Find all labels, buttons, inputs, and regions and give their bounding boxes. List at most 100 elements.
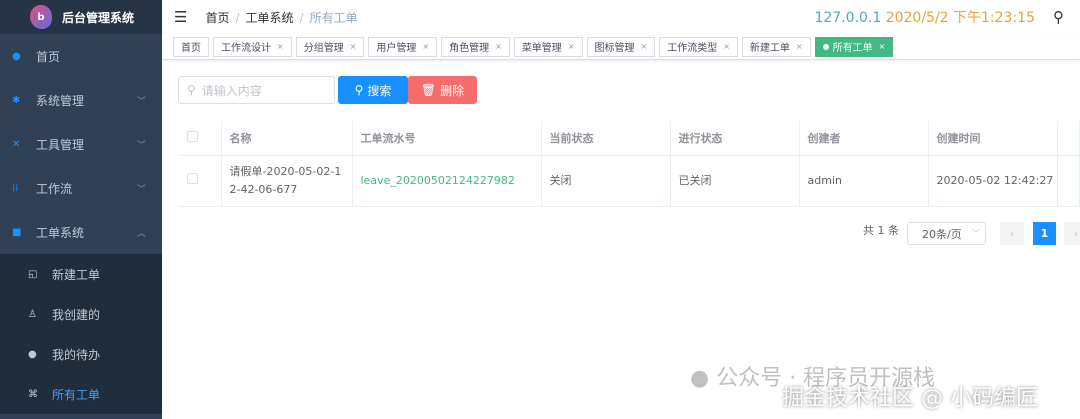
submenu: ◱ 新建工单 ♙ 我创建的 ● 我的待办 ⌘ 所有工单 xyxy=(0,254,162,414)
tag-label: 工作流类型 xyxy=(667,43,718,54)
tag-label: 菜单管理 xyxy=(521,43,562,54)
next-page-button[interactable]: › xyxy=(1064,222,1080,245)
tag-label: 工作流设计 xyxy=(221,43,271,54)
tag[interactable]: 新建工单 × xyxy=(741,36,811,57)
close-icon[interactable]: × xyxy=(277,42,284,51)
tag[interactable]: 分组管理 × xyxy=(295,36,365,57)
dot-icon xyxy=(822,43,829,50)
tag[interactable]: 工作流类型 × xyxy=(659,36,738,57)
sidebar-item-my-todo[interactable]: ● 我的待办 xyxy=(0,334,162,374)
chevron-down-icon: ﹀ xyxy=(136,184,146,195)
sidebar-item-my-created[interactable]: ♙ 我创建的 xyxy=(0,294,162,334)
close-icon[interactable]: × xyxy=(641,42,648,51)
sidebar-item-label: 所有工单 xyxy=(52,387,101,402)
tools-icon: ✕ xyxy=(12,138,21,150)
sidebar-item-label: 我的待办 xyxy=(52,347,101,362)
sidebar-item-tickets[interactable]: ■ 工单系统 ︿ xyxy=(0,210,162,254)
tag[interactable]: 用户管理 × xyxy=(368,36,438,57)
delete-button-label: 删除 xyxy=(440,83,465,98)
page-size-value: 20条/页 xyxy=(922,227,962,241)
tag-label: 用户管理 xyxy=(376,43,417,54)
logo-icon: b xyxy=(30,5,52,29)
cell-serial-link[interactable]: leave_20200502124227982 xyxy=(352,155,542,207)
search-icon[interactable]: ⚲ xyxy=(1053,8,1064,26)
sidebar: b 后台管理系统 ● 首页 ✱ 系统管理 ﹀ ✕ 工具管理 ﹀ ⁞⁞ 工作流 ﹀ ■ 工单系统 ︿ … xyxy=(0,0,162,419)
close-icon[interactable]: × xyxy=(422,42,429,51)
row-checkbox[interactable] xyxy=(187,172,198,184)
status-info: 127.0.0.1 2020/5/2 下午1:23:15 xyxy=(814,7,1035,27)
breadcrumb: 首页 / 工单系统 / 所有工单 xyxy=(205,10,358,25)
search-input[interactable]: ⚲ 请输入内容 xyxy=(178,76,335,104)
total-count: 共 1 条 xyxy=(863,224,899,237)
tag-label: 角色管理 xyxy=(449,43,490,54)
breadcrumb-item[interactable]: 首页 xyxy=(205,11,229,25)
column-header: 当前状态 xyxy=(541,121,671,156)
column-header: 创建时间 xyxy=(928,121,1058,156)
watermark-text: 掘金技术社区 @ 小码编匠 xyxy=(782,386,1038,411)
close-icon[interactable]: × xyxy=(796,42,803,51)
tag-active[interactable]: 所有工单 × xyxy=(814,36,894,57)
delete-button[interactable]: 🗑 删除 xyxy=(408,76,477,104)
dashboard-icon: ● xyxy=(12,50,21,62)
app-logo[interactable]: b 后台管理系统 xyxy=(0,0,162,34)
hamburger-icon[interactable]: ☰ xyxy=(174,8,187,26)
sidebar-item-all-tickets[interactable]: ⌘ 所有工单 xyxy=(0,374,162,414)
close-icon[interactable]: × xyxy=(568,42,575,51)
watermark-2: 掘金技术社区 @ 小码编匠 xyxy=(782,380,1038,412)
search-icon: ⚲ xyxy=(354,83,364,97)
column-header: 名称 xyxy=(221,121,353,156)
chevron-up-icon: ︿ xyxy=(136,228,146,239)
cell-created-time: 2020-05-02 12:42:27 xyxy=(928,155,1058,207)
column-header: 工单流水号 xyxy=(352,121,542,156)
table-row[interactable]: 请假单-2020-05-02-12-42-06-677 leave_202005… xyxy=(178,155,1080,207)
tag[interactable]: 工作流设计 × xyxy=(213,36,292,57)
cell-status: 关闭 xyxy=(541,155,671,207)
tag[interactable]: 菜单管理 × xyxy=(513,36,583,57)
breadcrumb-item[interactable]: 工单系统 xyxy=(246,11,294,25)
sidebar-item-workflow[interactable]: ⁞⁞ 工作流 ﹀ xyxy=(0,166,162,210)
sidebar-item-label: 工单系统 xyxy=(36,225,85,240)
sidebar-item-label: 我创建的 xyxy=(52,307,101,322)
ip-address: 127.0.0.1 xyxy=(814,10,882,26)
page-1-button[interactable]: 1 xyxy=(1033,222,1056,245)
page-size-select[interactable]: 20条/页 ﹀ xyxy=(907,222,986,245)
tag-label: 首页 xyxy=(181,43,201,54)
search-icon: ⚲ xyxy=(187,83,196,97)
tag-label: 新建工单 xyxy=(749,43,790,54)
tag[interactable]: 角色管理 × xyxy=(441,36,510,57)
tag[interactable]: 图标管理 × xyxy=(586,36,656,57)
sidebar-item-home[interactable]: ● 首页 xyxy=(0,34,162,78)
close-icon[interactable]: × xyxy=(723,42,730,51)
search-button[interactable]: ⚲ 搜索 xyxy=(338,76,408,104)
close-icon[interactable]: × xyxy=(879,42,886,51)
chat-icon: ● xyxy=(28,348,37,360)
cell-creator: admin xyxy=(799,155,929,207)
prev-page-button[interactable]: ‹ xyxy=(1000,222,1024,245)
trash-icon: 🗑 xyxy=(420,83,437,97)
tag-label: 分组管理 xyxy=(303,43,344,54)
tag-home[interactable]: 首页 xyxy=(173,36,209,57)
column-header: 创建者 xyxy=(799,121,929,156)
search-button-label: 搜索 xyxy=(367,83,392,98)
workflow-icon: ⁞⁞ xyxy=(12,182,19,194)
breadcrumb-item: 所有工单 xyxy=(309,10,358,25)
chevron-down-icon: ﹀ xyxy=(971,229,980,238)
sidebar-item-system[interactable]: ✱ 系统管理 ﹀ xyxy=(0,78,162,122)
select-all-checkbox[interactable] xyxy=(187,130,198,142)
close-icon[interactable]: × xyxy=(350,42,357,51)
pagination-total: 共 1 条 xyxy=(863,222,899,238)
column-header: 进行状态 xyxy=(670,121,800,156)
close-icon[interactable]: × xyxy=(495,42,502,51)
header: ☰ 首页 / 工单系统 / 所有工单 127.0.0.1 2020/5/2 下午1:23… xyxy=(162,0,1080,34)
datetime: 2020/5/2 下午1:23:15 xyxy=(885,10,1035,26)
sidebar-item-tools[interactable]: ✕ 工具管理 ﹀ xyxy=(0,122,162,166)
sidebar-item-label: 系统管理 xyxy=(36,93,85,108)
clipboard-icon: ■ xyxy=(12,226,22,238)
current-page: 1 xyxy=(1040,227,1049,240)
chevron-down-icon: ﹀ xyxy=(136,96,146,107)
sidebar-item-label: 工作流 xyxy=(36,181,73,196)
sidebar-item-label: 工具管理 xyxy=(36,137,85,152)
search-placeholder: 请输入内容 xyxy=(201,83,262,98)
tags-view: 首页 工作流设计 × 分组管理 × 用户管理 × 角色管理 × 菜单管理 × 图标管理 × … xyxy=(162,34,1080,60)
sidebar-item-new-ticket[interactable]: ◱ 新建工单 xyxy=(0,254,162,294)
